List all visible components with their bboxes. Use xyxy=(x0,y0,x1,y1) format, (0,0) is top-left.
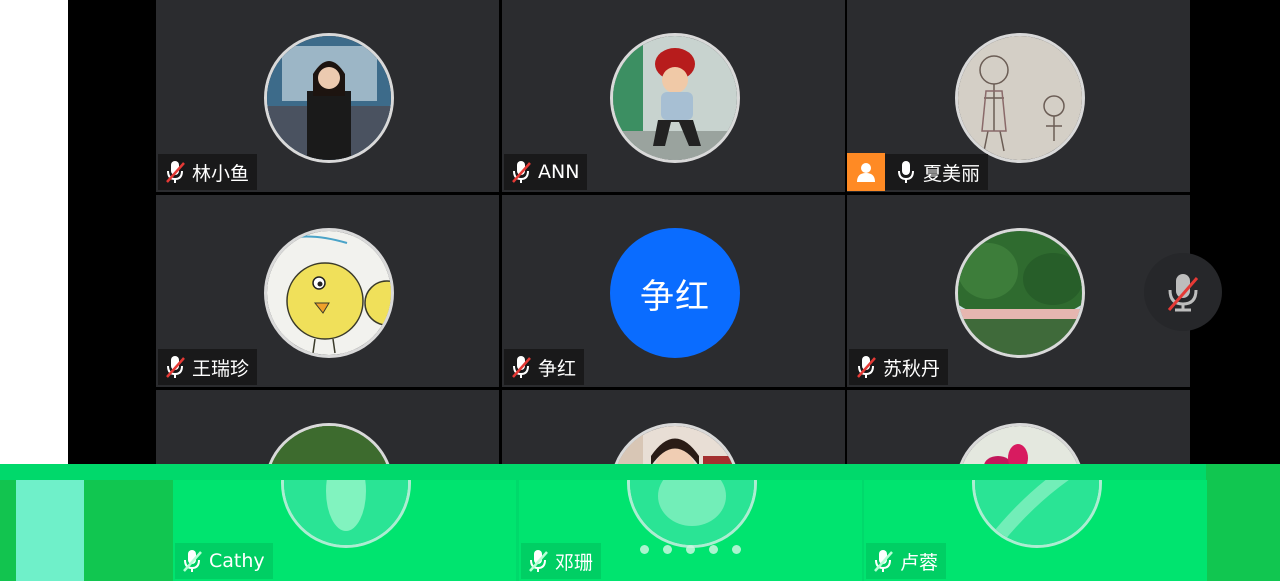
mic-muted-icon xyxy=(512,161,531,183)
name-tag: 林小鱼 xyxy=(158,154,258,190)
name-tag: 夏美丽 xyxy=(847,153,989,191)
participant-tile[interactable]: 夏美丽 xyxy=(847,0,1190,192)
participant-tile[interactable]: 争红 争红 xyxy=(502,195,845,387)
avatar xyxy=(972,480,1102,548)
participant-name: 王瑞珍 xyxy=(192,357,250,380)
avatar xyxy=(627,480,757,548)
participant-grid: 林小鱼 ANN 夏美丽 王瑞珍 争红 争红 苏秋丹 xyxy=(156,0,1190,480)
page-dot[interactable] xyxy=(640,545,649,554)
participant-name: 邓珊 xyxy=(555,551,594,574)
initials-avatar: 争红 xyxy=(610,228,740,358)
avatar xyxy=(955,228,1085,358)
mic-muted-icon xyxy=(529,550,548,572)
avatar xyxy=(610,33,740,163)
left-margin xyxy=(0,0,68,480)
mic-muted-icon xyxy=(166,356,185,378)
mic-muted-icon xyxy=(1167,274,1199,312)
name-tag: Cathy xyxy=(175,543,273,579)
participant-tile[interactable]: 邓珊 xyxy=(519,480,862,581)
overlay-strip xyxy=(16,480,84,581)
participant-tile[interactable]: Cathy xyxy=(173,480,516,581)
mic-muted-icon xyxy=(166,161,185,183)
mic-muted-icon xyxy=(512,356,531,378)
page-dot[interactable] xyxy=(709,545,718,554)
name-tag: 王瑞珍 xyxy=(158,349,258,385)
avatar xyxy=(955,33,1085,163)
page-dot[interactable] xyxy=(732,545,741,554)
host-person-icon xyxy=(847,153,885,191)
participant-name: 卢蓉 xyxy=(900,551,939,574)
overlay-strip xyxy=(84,480,173,581)
participant-name: Cathy xyxy=(209,550,265,572)
page-dot[interactable] xyxy=(663,545,672,554)
bottom-overlay: Cathy 邓珊 卢蓉 xyxy=(0,464,1280,581)
avatar xyxy=(264,33,394,163)
right-margin xyxy=(1190,0,1280,464)
participant-tile[interactable]: ANN xyxy=(502,0,845,192)
name-tag: 苏秋丹 xyxy=(849,349,949,385)
participant-tile[interactable]: 王瑞珍 xyxy=(156,195,499,387)
name-tag: ANN xyxy=(504,154,588,190)
name-tag: 卢蓉 xyxy=(866,543,947,579)
mic-muted-icon xyxy=(874,550,893,572)
page-indicator[interactable] xyxy=(640,545,741,554)
name-tag: 邓珊 xyxy=(521,543,602,579)
mic-icon xyxy=(898,161,914,183)
participant-name: ANN xyxy=(538,161,580,183)
participant-tile[interactable]: 苏秋丹 xyxy=(847,195,1190,387)
floating-mic-button[interactable] xyxy=(1144,253,1222,331)
mic-muted-icon xyxy=(183,550,202,572)
participant-name: 林小鱼 xyxy=(192,162,250,185)
overlay-strip xyxy=(0,480,16,581)
avatar xyxy=(281,480,411,548)
name-tag: 争红 xyxy=(504,349,585,385)
avatar xyxy=(264,228,394,358)
participant-name: 争红 xyxy=(538,357,577,380)
participant-name: 夏美丽 xyxy=(923,162,981,185)
page-dot[interactable] xyxy=(686,545,695,554)
mic-muted-icon xyxy=(857,356,876,378)
participant-tile[interactable]: 林小鱼 xyxy=(156,0,499,192)
participant-tile[interactable]: 卢蓉 xyxy=(864,480,1207,581)
participant-name: 苏秋丹 xyxy=(883,357,941,380)
overlay-strip xyxy=(1206,464,1280,581)
